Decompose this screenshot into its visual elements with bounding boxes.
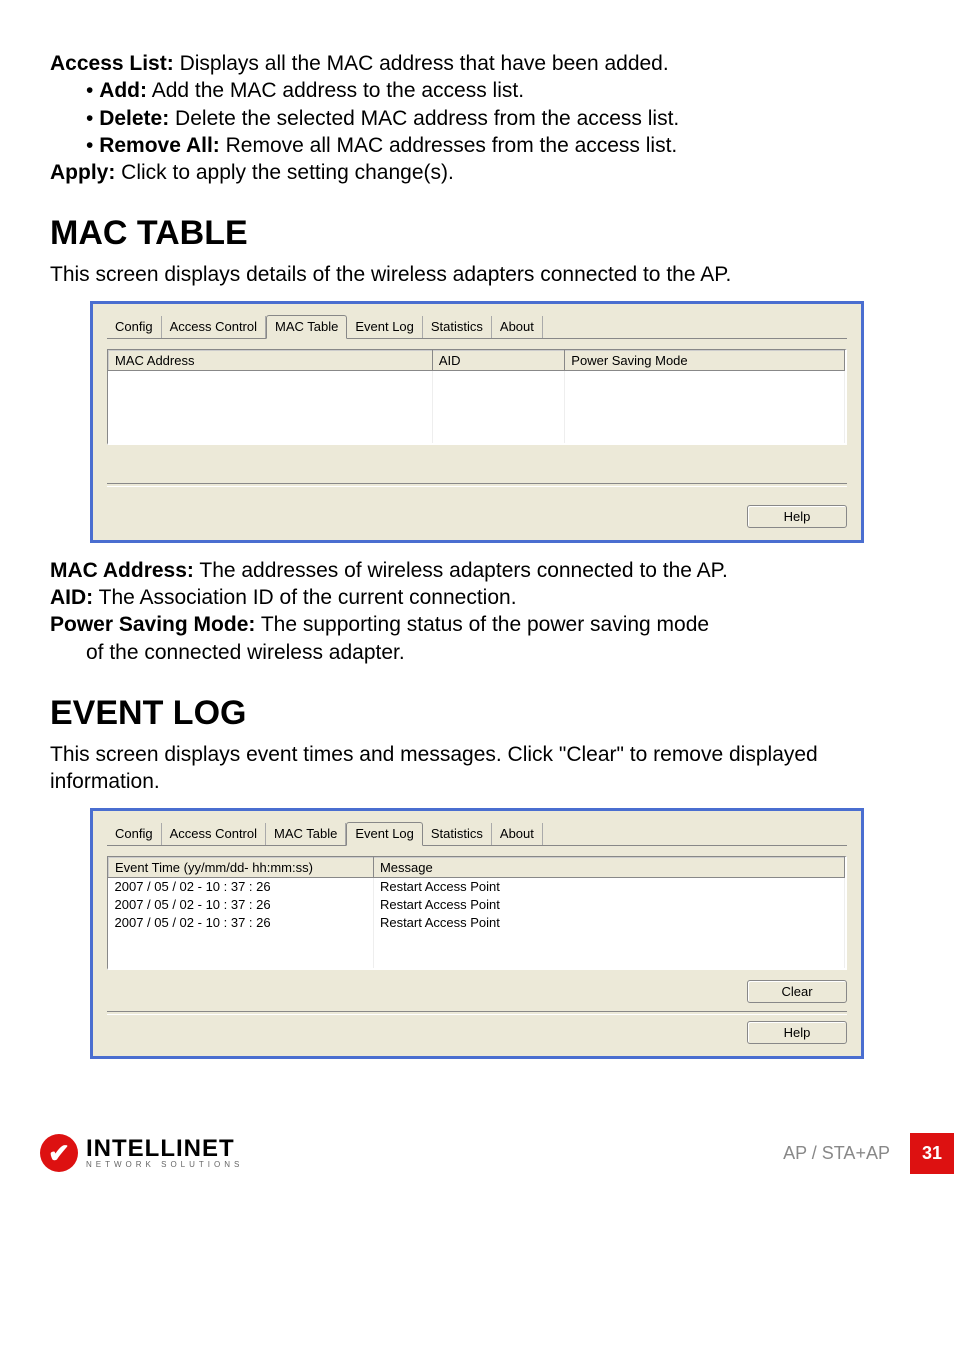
col-aid[interactable]: AID — [432, 350, 564, 370]
remove-all-label: Remove All: — [99, 134, 220, 157]
event-msg-cell: Restart Access Point — [373, 914, 844, 932]
event-time-cell: 2007 / 05 / 02 - 10 : 37 : 26 — [109, 896, 374, 914]
delete-text: Delete the selected MAC address from the… — [169, 107, 679, 130]
intro-block: Access List: Displays all the MAC addres… — [50, 50, 904, 186]
table-row[interactable]: 2007 / 05 / 02 - 10 : 37 : 26 Restart Ac… — [109, 914, 845, 932]
access-list-label: Access List: — [50, 52, 174, 75]
access-list-text: Displays all the MAC address that have b… — [174, 52, 669, 75]
event-log-grid[interactable]: Event Time (yy/mm/dd- hh:mm:ss) Message … — [107, 856, 847, 970]
tab-event-log[interactable]: Event Log — [346, 822, 423, 846]
mac-table-grid[interactable]: MAC Address AID Power Saving Mode — [107, 349, 847, 445]
event-log-heading: EVENT LOG — [50, 694, 904, 733]
psm-label: Power Saving Mode: — [50, 613, 255, 636]
tab-config[interactable]: Config — [107, 823, 162, 845]
table-row — [109, 932, 845, 950]
table-row[interactable]: 2007 / 05 / 02 - 10 : 37 : 26 Restart Ac… — [109, 896, 845, 914]
apply-text: Click to apply the setting change(s). — [115, 161, 454, 184]
tab-event-log[interactable]: Event Log — [347, 316, 423, 338]
help-button[interactable]: Help — [747, 1021, 847, 1044]
psm-text1: The supporting status of the power savin… — [255, 613, 709, 636]
tab-config[interactable]: Config — [107, 316, 162, 338]
divider — [107, 483, 847, 487]
mac-table-desc: This screen displays details of the wire… — [50, 261, 904, 288]
tab-about[interactable]: About — [492, 823, 543, 845]
page-number: 31 — [910, 1133, 954, 1174]
table-row — [109, 389, 845, 407]
brand-name: INTELLINET — [86, 1137, 243, 1161]
footer-section: AP / STA+AP — [783, 1143, 890, 1164]
table-row — [109, 425, 845, 443]
event-time-cell: 2007 / 05 / 02 - 10 : 37 : 26 — [109, 877, 374, 896]
delete-label: Delete: — [99, 107, 169, 130]
tab-mac-table[interactable]: MAC Table — [266, 823, 346, 845]
tab-about[interactable]: About — [492, 316, 543, 338]
event-msg-cell: Restart Access Point — [373, 896, 844, 914]
event-log-desc: This screen displays event times and mes… — [50, 741, 904, 796]
aid-label: AID: — [50, 586, 93, 609]
event-log-tabstrip: Config Access Control MAC Table Event Lo… — [107, 821, 847, 846]
event-msg-cell: Restart Access Point — [373, 877, 844, 896]
tab-statistics[interactable]: Statistics — [423, 823, 492, 845]
brand-tagline: NETWORK SOLUTIONS — [86, 1161, 243, 1169]
table-row — [109, 370, 845, 389]
psm-text2: of the connected wireless adapter. — [86, 641, 405, 664]
table-row[interactable]: 2007 / 05 / 02 - 10 : 37 : 26 Restart Ac… — [109, 877, 845, 896]
check-icon: ✔ — [40, 1134, 78, 1172]
col-event-time[interactable]: Event Time (yy/mm/dd- hh:mm:ss) — [109, 857, 374, 877]
tab-statistics[interactable]: Statistics — [423, 316, 492, 338]
mac-table-heading: MAC TABLE — [50, 214, 904, 253]
add-label: Add: — [99, 79, 147, 102]
tab-access-control[interactable]: Access Control — [162, 316, 266, 338]
col-power-saving[interactable]: Power Saving Mode — [565, 350, 845, 370]
col-message[interactable]: Message — [373, 857, 844, 877]
mac-table-dialog: Config Access Control MAC Table Event Lo… — [90, 301, 864, 543]
aid-text: The Association ID of the current connec… — [93, 586, 516, 609]
tab-mac-table[interactable]: MAC Table — [266, 315, 347, 339]
add-text: Add the MAC address to the access list. — [147, 79, 524, 102]
mac-address-label: MAC Address: — [50, 559, 194, 582]
divider — [107, 1011, 847, 1015]
table-row — [109, 950, 845, 968]
mac-address-text: The addresses of wireless adapters conne… — [194, 559, 728, 582]
remove-all-text: Remove all MAC addresses from the access… — [220, 134, 678, 157]
tab-access-control[interactable]: Access Control — [162, 823, 266, 845]
page-footer: ✔ INTELLINET NETWORK SOLUTIONS AP / STA+… — [0, 1093, 954, 1194]
brand-logo: ✔ INTELLINET NETWORK SOLUTIONS — [40, 1134, 243, 1172]
mac-table-field-desc: MAC Address: The addresses of wireless a… — [50, 557, 904, 666]
col-mac-address[interactable]: MAC Address — [109, 350, 433, 370]
event-time-cell: 2007 / 05 / 02 - 10 : 37 : 26 — [109, 914, 374, 932]
mac-table-tabstrip: Config Access Control MAC Table Event Lo… — [107, 314, 847, 339]
table-row — [109, 407, 845, 425]
clear-button[interactable]: Clear — [747, 980, 847, 1003]
help-button[interactable]: Help — [747, 505, 847, 528]
event-log-dialog: Config Access Control MAC Table Event Lo… — [90, 808, 864, 1059]
apply-label: Apply: — [50, 161, 115, 184]
